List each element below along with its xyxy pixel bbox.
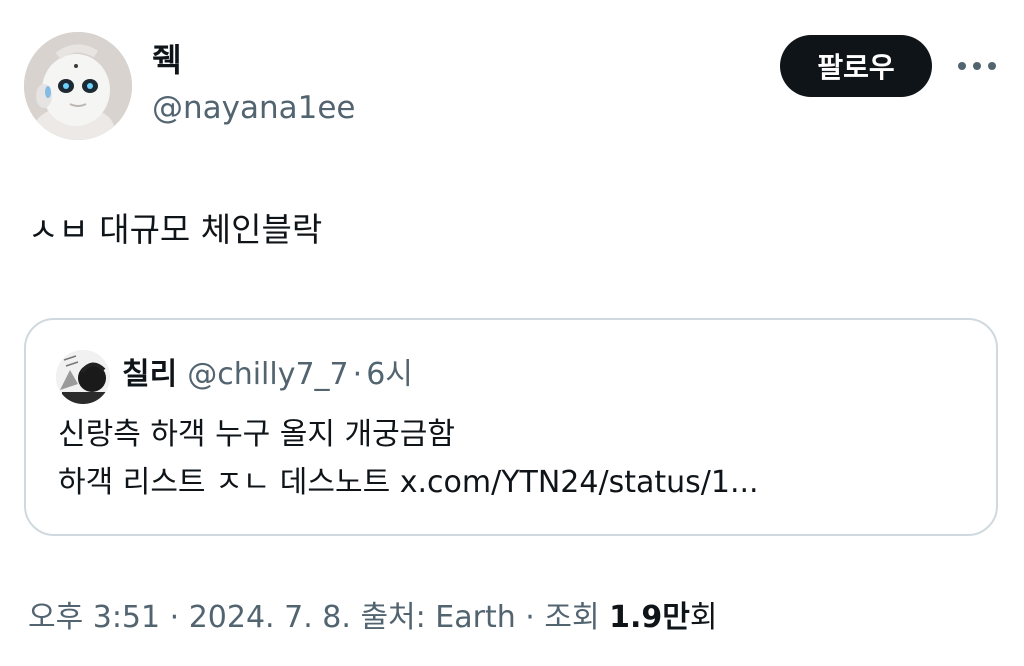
quoted-tweet-header: 칠리 @chilly7_7 · 6시 [122,354,413,396]
tweet-text: ㅅㅂ 대규모 체인블락 [28,210,323,249]
quoted-tweet-card[interactable]: 칠리 @chilly7_7 · 6시 신랑측 하객 누구 올지 개궁금함 하객 리스트… [24,318,998,536]
author-display-name[interactable]: 줵 [152,40,181,80]
author-handle[interactable]: @nayana1ee [152,88,356,128]
tweet-meta: 오후 3:51 · 2024. 7. 8. 출처: Earth · 조회 1.9… [28,596,717,640]
more-options-button[interactable] [952,48,1002,84]
more-horizontal-icon [958,62,996,70]
quoted-tweet-time[interactable]: 6시 [366,357,413,392]
views-count[interactable]: 1.9 [609,600,662,635]
views-suffix: 회 [689,600,718,635]
quoted-author-handle[interactable]: @chilly7_7 [187,357,348,392]
robot-avatar-image [24,32,132,140]
tweet-timestamp-source[interactable]: 오후 3:51 · 2024. 7. 8. 출처: Earth · 조회 [28,600,609,635]
quoted-author-name[interactable]: 칠리 [122,357,177,392]
quoted-tweet-line-1: 신랑측 하객 누구 올지 개궁금함 [58,417,455,452]
author-avatar[interactable] [24,32,132,140]
follow-button[interactable]: 팔로우 [780,35,932,97]
quoted-tweet-line-2: 하객 리스트 ㅈㄴ 데스노트 x.com/YTN24/status/1... [58,465,759,500]
quoted-author-avatar[interactable] [56,350,110,404]
sketch-avatar-image [56,350,110,404]
views-unit[interactable]: 만 [662,600,690,635]
quoted-separator: · [352,357,363,392]
